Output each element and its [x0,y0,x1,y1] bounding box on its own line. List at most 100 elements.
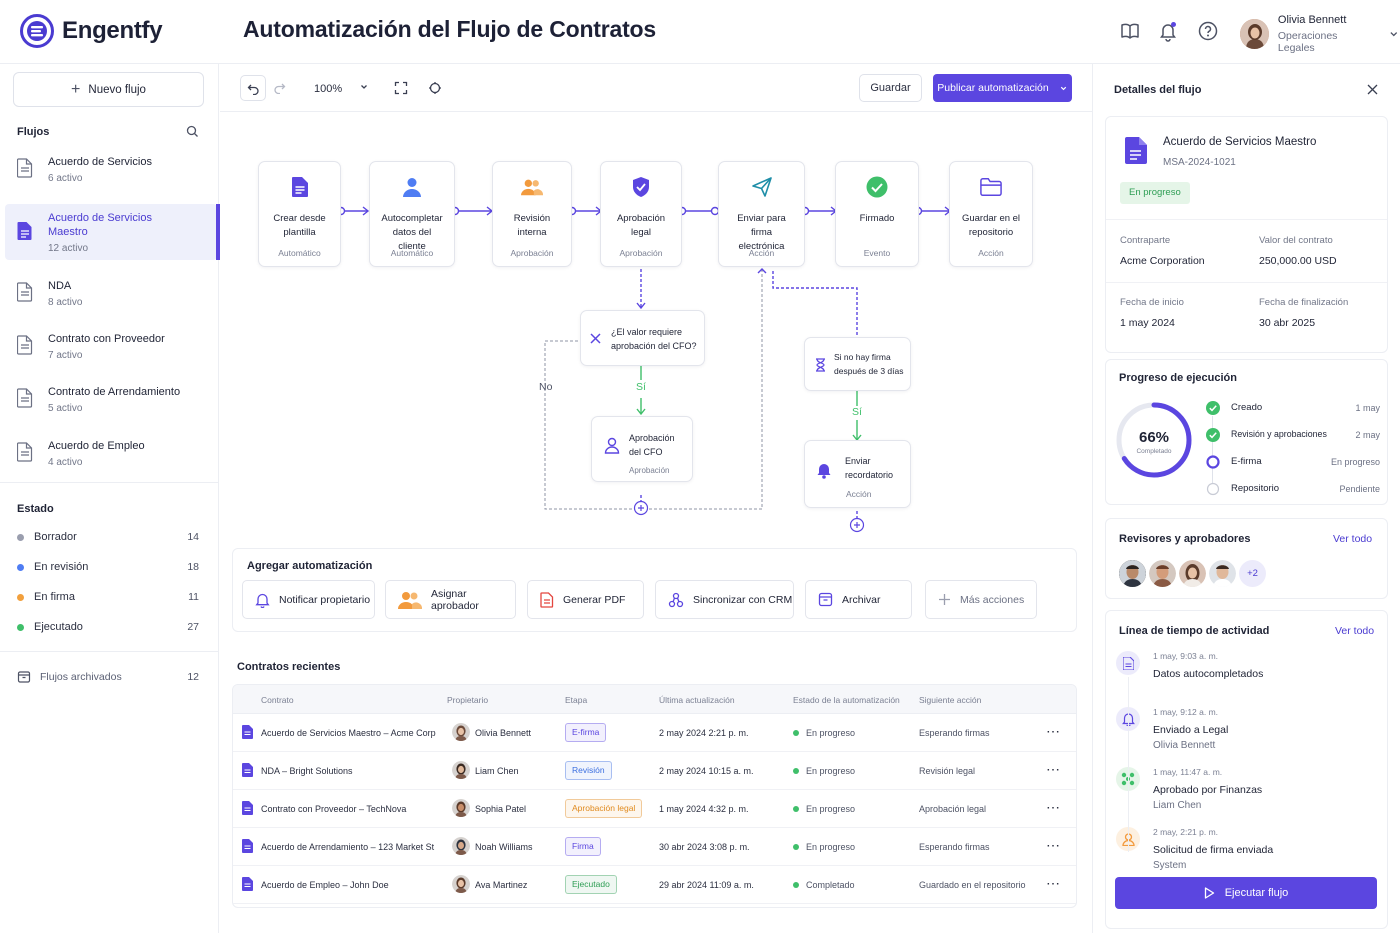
document-icon [242,725,253,744]
automation-status: En progreso [806,728,856,738]
search-icon[interactable] [186,125,199,138]
status-filter-item[interactable]: En revisión 18 [17,561,199,573]
timeline-title: Enviado a Legal [1153,724,1229,736]
plus-icon: + [71,80,81,98]
automation-action-button[interactable]: Archivar [805,580,912,619]
table-row[interactable]: Contrato con Proveedor – TechNova Sophia … [233,790,1076,828]
condition-node[interactable]: ¿El valor requiere aprobación del CFO? [580,310,705,366]
sidebar-flow-item[interactable]: Acuerdo de Servicios 6 activo [5,141,217,197]
zoom-select[interactable]: 100% [314,82,369,95]
timeline-date: 1 may, 9:03 a. m. [1153,651,1219,661]
status-filter-item[interactable]: Borrador 14 [17,531,199,543]
sidebar-flow-item[interactable]: Contrato con Proveedor 7 activo [5,318,217,374]
page-title: Automatización del Flujo de Contratos [243,16,657,42]
workflow-node[interactable]: Aprobación legal Aprobación [600,161,682,267]
reminder-node[interactable]: Enviar recordatorio Acción [804,440,911,508]
more-options-icon[interactable]: ⋯ [1046,875,1060,892]
contract-name[interactable]: Acuerdo de Servicios Maestro – Acme Corp [261,728,436,738]
more-options-icon[interactable]: ⋯ [1046,799,1060,816]
column-header: Propietario [447,695,489,705]
reset-view-icon[interactable] [428,81,442,95]
recent-contracts-title: Contratos recientes [237,661,341,673]
workflow-node[interactable]: Revisión interna Aprobación [492,161,572,267]
sidebar-flow-item[interactable]: Contrato de Arrendamiento 5 activo [5,371,217,427]
automation-status-dot [793,730,799,736]
avatar[interactable] [1119,560,1146,587]
contract-name[interactable]: Acuerdo de Empleo – John Doe [261,880,389,890]
contract-name[interactable]: Contrato con Proveedor – TechNova [261,804,406,814]
document-icon [1116,651,1140,675]
status-dot [17,533,24,541]
new-flow-label: Nuevo flujo [88,83,146,96]
automation-action-button[interactable]: Notificar propietario [242,580,375,619]
help-icon[interactable] [1197,20,1219,42]
automation-action-button[interactable]: Sincronizar con CRM [655,580,794,619]
workflow-canvas[interactable]: Crear desde plantilla Automático Autocompl… [220,113,1092,543]
table-row[interactable]: Acuerdo de Servicios Maestro – Acme Corp… [233,714,1076,752]
avatar[interactable] [1209,560,1236,587]
table-row[interactable]: NDA – Bright Solutions Liam Chen Revisión 2… [233,752,1076,790]
workflow-node[interactable]: Guardar en el repositorio Acción [949,161,1033,267]
timeline-view-all-link[interactable]: Ver todo [1335,625,1374,637]
cfo-approval-node[interactable]: Aprobación del CFO Aprobación [591,416,693,482]
node-title: Revisión interna [513,213,551,238]
timeline-subtitle: System [1153,860,1187,871]
archived-flows[interactable]: Flujos archivados 12 [17,670,199,684]
run-flow-button[interactable]: Ejecutar flujo [1115,877,1377,909]
flow-count: 12 activo [48,242,89,254]
workflow-node[interactable]: Firmado Evento [835,161,919,267]
sidebar-flow-item[interactable]: Acuerdo de Empleo 4 activo [5,425,217,481]
document-icon [16,388,35,410]
avatar[interactable] [1149,560,1176,587]
automation-action-button[interactable]: Generar PDF [527,580,644,619]
automation-status-dot [793,768,799,774]
automation-status-dot [793,844,799,850]
archived-count: 12 [187,671,199,683]
wait-condition-node[interactable]: Si no hay firma después de 3 días [804,337,911,391]
undo-button[interactable] [240,75,266,101]
new-flow-button[interactable]: + Nuevo flujo [13,72,204,107]
status-filter-item[interactable]: Ejecutado 27 [17,621,199,633]
automation-action-button[interactable]: Más acciones [925,580,1037,619]
condition-yes-label: Sí [636,381,646,393]
owner-name: Liam Chen [475,766,519,776]
book-icon[interactable] [1119,20,1141,42]
wait-text: Si no hay firma después de 3 días [834,352,904,376]
sidebar-flow-item[interactable]: NDA 8 activo [5,265,217,321]
more-options-icon[interactable]: ⋯ [1046,837,1060,854]
workflow-node[interactable]: Autocompletar datos del cliente Automátic… [369,161,455,267]
fit-screen-icon[interactable] [394,81,408,95]
chevron-down-icon[interactable] [1388,28,1400,40]
workflow-node[interactable]: Enviar para firma electrónica Acción [718,161,805,267]
avatar[interactable] [1179,560,1206,587]
table-row[interactable]: Acuerdo de Arrendamiento – 123 Market St… [233,828,1076,866]
automation-action-button[interactable]: Asignar aprobador [385,580,516,619]
app-logo[interactable]: Engentfy [20,14,163,48]
progress-step: Revisión y aprobaciones 2 may [1206,428,1380,443]
redo-button[interactable] [273,81,286,99]
close-icon[interactable] [1367,84,1378,95]
save-button[interactable]: Guardar [859,74,922,102]
table-row[interactable]: Acuerdo de Empleo – John Doe Ava Martinez… [233,866,1076,904]
more-options-icon[interactable]: ⋯ [1046,723,1060,740]
column-header: Estado de la automatización [793,695,900,705]
reminder-type: Acción [846,489,872,499]
step-date: 1 may [1355,403,1380,413]
progress-step: E-firma En progreso [1206,455,1380,470]
sidebar-flow-item[interactable]: Acuerdo de Servicios Maestro 12 activo [5,204,220,260]
more-options-icon[interactable]: ⋯ [1046,761,1060,778]
contract-name[interactable]: NDA – Bright Solutions [261,766,353,776]
avatar [452,875,470,893]
automation-status: En progreso [806,766,856,776]
contract-name[interactable]: Acuerdo de Arrendamiento – 123 Market St [261,842,434,852]
automation-status: En progreso [806,842,856,852]
user-menu[interactable]: Olivia Bennett Operaciones Legales [1240,14,1400,54]
flow-count: 4 activo [48,456,83,468]
reviewers-view-all-link[interactable]: Ver todo [1333,533,1372,545]
bell-icon[interactable] [1157,20,1179,42]
workflow-node[interactable]: Crear desde plantilla Automático [258,161,341,267]
condition-text: ¿El valor requiere aprobación del CFO? [611,327,697,351]
status-filter-item[interactable]: En firma 11 [17,591,199,603]
publish-button[interactable]: Publicar automatización [933,74,1072,102]
more-reviewers[interactable]: +2 [1239,560,1266,587]
